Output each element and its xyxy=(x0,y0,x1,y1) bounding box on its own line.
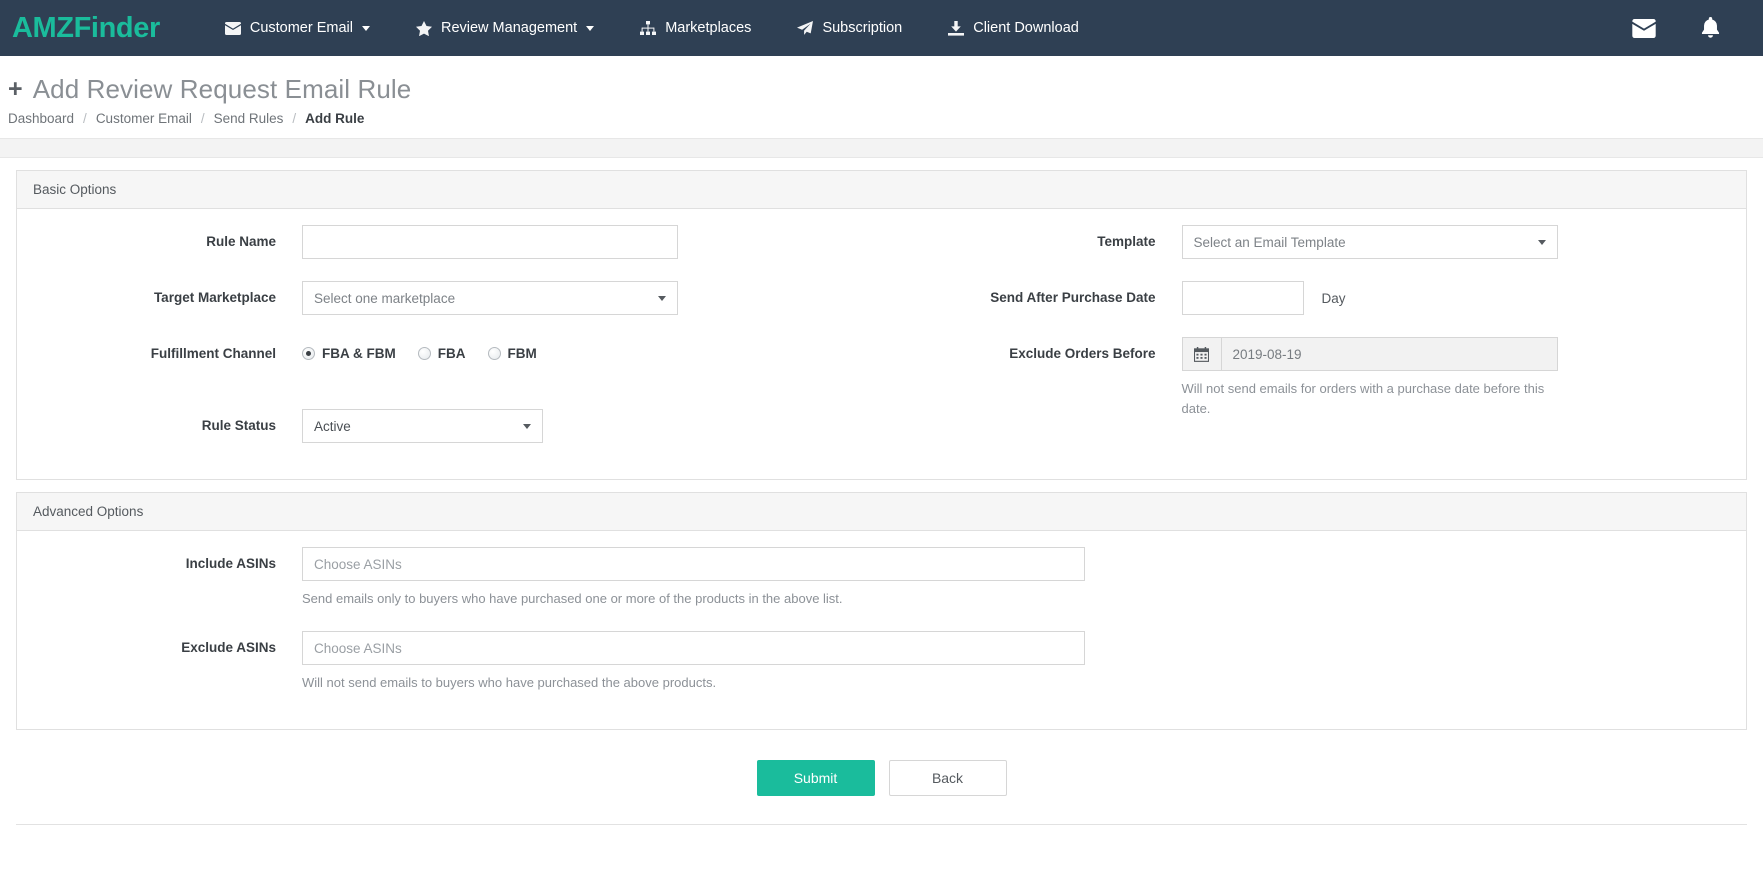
rule-name-input[interactable] xyxy=(302,225,678,259)
exclude-asins-label: Exclude ASINs xyxy=(181,640,276,656)
form-actions: Submit Back xyxy=(16,730,1747,820)
fulfillment-channel-radio-group: FBA & FBM FBA FBM xyxy=(302,337,882,361)
chevron-down-icon xyxy=(658,295,666,301)
breadcrumb-item-add-rule: Add Rule xyxy=(305,111,365,126)
basic-options-right-column: Template Select an Email Template Send A… xyxy=(882,225,1747,465)
nav-item-client-download[interactable]: Client Download xyxy=(925,0,1102,56)
calendar-icon[interactable] xyxy=(1181,337,1221,371)
radio-fba-and-fbm[interactable]: FBA & FBM xyxy=(302,346,396,361)
paper-plane-icon xyxy=(797,20,814,36)
rule-name-label: Rule Name xyxy=(206,234,276,249)
breadcrumb-item-dashboard[interactable]: Dashboard xyxy=(8,111,74,126)
envelope-icon xyxy=(224,21,241,35)
basic-options-panel-title: Basic Options xyxy=(17,171,1746,209)
nav-item-subscription[interactable]: Subscription xyxy=(774,0,925,56)
send-after-purchase-date-row: Send After Purchase Date Day xyxy=(882,281,1747,315)
submit-button[interactable]: Submit xyxy=(756,760,875,797)
template-label: Template xyxy=(1097,234,1156,249)
exclude-asins-row: Exclude ASINs Will not send emails to bu… xyxy=(17,631,1746,693)
back-button[interactable]: Back xyxy=(888,760,1007,797)
advanced-options-panel-title: Advanced Options xyxy=(17,493,1746,531)
rule-status-label: Rule Status xyxy=(201,418,276,433)
nav-label: Client Download xyxy=(973,20,1079,36)
fulfillment-channel-label: Fulfillment Channel xyxy=(150,346,276,361)
chevron-down-icon xyxy=(361,25,370,31)
exclude-orders-before-row: Exclude Orders Before 2019-08-19 Will no… xyxy=(882,337,1747,419)
navbar-right-icons xyxy=(1610,0,1743,56)
chevron-down-icon xyxy=(586,25,595,31)
target-marketplace-value: Select one marketplace xyxy=(314,290,456,306)
chevron-down-icon xyxy=(1537,239,1546,245)
rule-status-select[interactable]: Active xyxy=(302,409,543,443)
breadcrumb-separator: / xyxy=(292,111,297,126)
mail-icon[interactable] xyxy=(1610,18,1678,38)
fulfillment-channel-row: Fulfillment Channel FBA & FBM FBA FBM xyxy=(17,337,882,361)
template-select[interactable]: Select an Email Template xyxy=(1181,225,1558,259)
basic-options-left-column: Rule Name Target Marketplace Select one … xyxy=(17,225,882,465)
rule-name-row: Rule Name xyxy=(17,225,882,259)
nav-item-customer-email[interactable]: Customer Email xyxy=(202,0,393,56)
day-unit-label: Day xyxy=(1321,291,1346,306)
exclude-asins-input[interactable] xyxy=(302,631,1085,666)
send-after-purchase-date-input[interactable] xyxy=(1181,281,1304,315)
target-marketplace-row: Target Marketplace Select one marketplac… xyxy=(17,281,882,315)
radio-fba[interactable]: FBA xyxy=(417,346,466,361)
include-asins-label: Include ASINs xyxy=(185,556,276,571)
radio-label: FBA xyxy=(437,346,466,361)
breadcrumb-separator: / xyxy=(83,111,87,126)
bell-icon[interactable] xyxy=(1678,17,1743,39)
plus-icon: + xyxy=(8,75,23,103)
bottom-divider xyxy=(16,824,1747,826)
exclude-orders-before-input-group xyxy=(1181,337,1558,371)
exclude-orders-before-input[interactable] xyxy=(1220,337,1558,371)
nav-item-review-management[interactable]: Review Management xyxy=(393,0,617,56)
breadcrumb-separator: / xyxy=(200,111,205,126)
radio-fbm[interactable]: FBM xyxy=(487,346,537,361)
top-navbar: AMZFinder Customer Email Review Manageme… xyxy=(0,0,1763,56)
basic-options-body: Rule Name Target Marketplace Select one … xyxy=(17,209,1746,479)
nav-label: Marketplaces xyxy=(665,20,752,36)
rule-status-value: Active xyxy=(314,418,351,434)
advanced-options-panel: Advanced Options Include ASINs Send emai… xyxy=(16,492,1747,731)
page-title: + Add Review Request Email Rule xyxy=(8,74,1763,105)
radio-label: FBA & FBM xyxy=(322,346,396,361)
template-value: Select an Email Template xyxy=(1193,234,1346,250)
rule-status-row: Rule Status Active xyxy=(17,409,882,443)
advanced-options-body: Include ASINs Send emails only to buyers… xyxy=(17,531,1746,729)
download-icon xyxy=(948,20,965,36)
sitemap-icon xyxy=(640,21,657,35)
exclude-asins-help: Will not send emails to buyers who have … xyxy=(302,675,717,691)
exclude-orders-before-help: Will not send emails for orders with a p… xyxy=(1181,381,1545,417)
chevron-down-icon xyxy=(523,423,531,429)
template-row: Template Select an Email Template xyxy=(882,225,1747,259)
include-asins-row: Include ASINs Send emails only to buyers… xyxy=(17,547,1746,609)
star-icon xyxy=(415,20,432,36)
nav-item-marketplaces[interactable]: Marketplaces xyxy=(617,0,774,56)
brand-logo[interactable]: AMZFinder xyxy=(8,12,160,45)
exclude-orders-before-label: Exclude Orders Before xyxy=(1009,346,1156,361)
nav-items: Customer Email Review Management Marketp… xyxy=(202,0,1102,56)
radio-indicator xyxy=(417,347,431,360)
target-marketplace-select[interactable]: Select one marketplace xyxy=(302,281,678,315)
radio-indicator-selected xyxy=(302,347,315,360)
include-asins-input[interactable] xyxy=(302,547,1085,581)
breadcrumb-item-customer-email[interactable]: Customer Email xyxy=(96,111,192,126)
nav-label: Review Management xyxy=(440,20,578,36)
nav-label: Subscription xyxy=(822,20,903,36)
breadcrumb-item-send-rules[interactable]: Send Rules xyxy=(214,111,284,126)
send-after-purchase-date-label: Send After Purchase Date xyxy=(990,290,1156,305)
radio-label: FBM xyxy=(507,346,537,361)
breadcrumb: Dashboard / Customer Email / Send Rules … xyxy=(8,111,1763,126)
page-title-text: Add Review Request Email Rule xyxy=(32,74,412,104)
header-divider-band xyxy=(0,138,1763,158)
target-marketplace-label: Target Marketplace xyxy=(153,290,276,305)
nav-label: Customer Email xyxy=(249,20,353,36)
radio-indicator xyxy=(487,347,501,360)
page-content: Basic Options Rule Name Target Marketpla… xyxy=(0,170,1763,826)
include-asins-help: Send emails only to buyers who have purc… xyxy=(302,591,843,606)
basic-options-panel: Basic Options Rule Name Target Marketpla… xyxy=(16,170,1747,480)
page-header: + Add Review Request Email Rule Dashboar… xyxy=(0,56,1763,138)
